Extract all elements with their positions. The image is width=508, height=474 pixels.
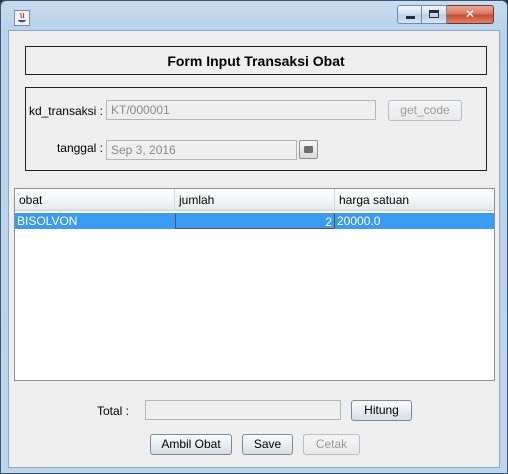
maximize-button[interactable]	[422, 5, 447, 24]
save-button[interactable]: Save	[242, 434, 293, 455]
input-panel: kd_transaksi : KT/000001 get_code tangga…	[25, 87, 487, 171]
kd-transaksi-field[interactable]: KT/000001	[106, 100, 376, 120]
column-header-harga-satuan[interactable]: harga satuan	[335, 189, 494, 211]
get-code-button[interactable]: get_code	[388, 100, 462, 121]
column-header-obat[interactable]: obat	[15, 189, 175, 211]
table-header: obat jumlah harga satuan	[15, 189, 494, 211]
close-button[interactable]: ✕	[447, 5, 494, 24]
tanggal-field[interactable]: Sep 3, 2016	[106, 140, 297, 160]
hitung-button[interactable]: Hitung	[351, 400, 412, 421]
column-header-jumlah[interactable]: jumlah	[175, 189, 335, 211]
app-window: ✕ Form Input Transaksi Obat kd_transaksi…	[0, 0, 508, 474]
cell-harga-satuan[interactable]: 20000.0	[335, 213, 494, 229]
java-icon[interactable]	[14, 10, 30, 26]
cell-jumlah[interactable]: 2	[175, 213, 335, 229]
table-row[interactable]: BISOLVON 2 20000.0	[15, 213, 494, 229]
title-panel: Form Input Transaksi Obat	[25, 46, 487, 75]
calendar-button[interactable]	[299, 140, 318, 159]
total-label: Total :	[96, 404, 129, 418]
maximize-icon	[429, 10, 439, 18]
kd-transaksi-label: kd_transaksi :	[28, 104, 103, 118]
total-field[interactable]	[145, 400, 341, 420]
title-bar[interactable]: ✕	[1, 1, 507, 31]
minimize-button[interactable]	[397, 5, 422, 24]
form-content: Form Input Transaksi Obat kd_transaksi :…	[8, 30, 500, 468]
page-title: Form Input Transaksi Obat	[167, 53, 345, 69]
tanggal-label: tanggal :	[56, 141, 103, 155]
cetak-button[interactable]: Cetak	[303, 434, 360, 455]
cell-obat[interactable]: BISOLVON	[15, 213, 175, 229]
minimize-icon	[406, 16, 415, 19]
ambil-obat-button[interactable]: Ambil Obat	[150, 434, 232, 455]
obat-table[interactable]: obat jumlah harga satuan BISOLVON 2 2000…	[14, 188, 495, 381]
close-icon: ✕	[464, 7, 476, 21]
calendar-icon	[304, 146, 313, 153]
